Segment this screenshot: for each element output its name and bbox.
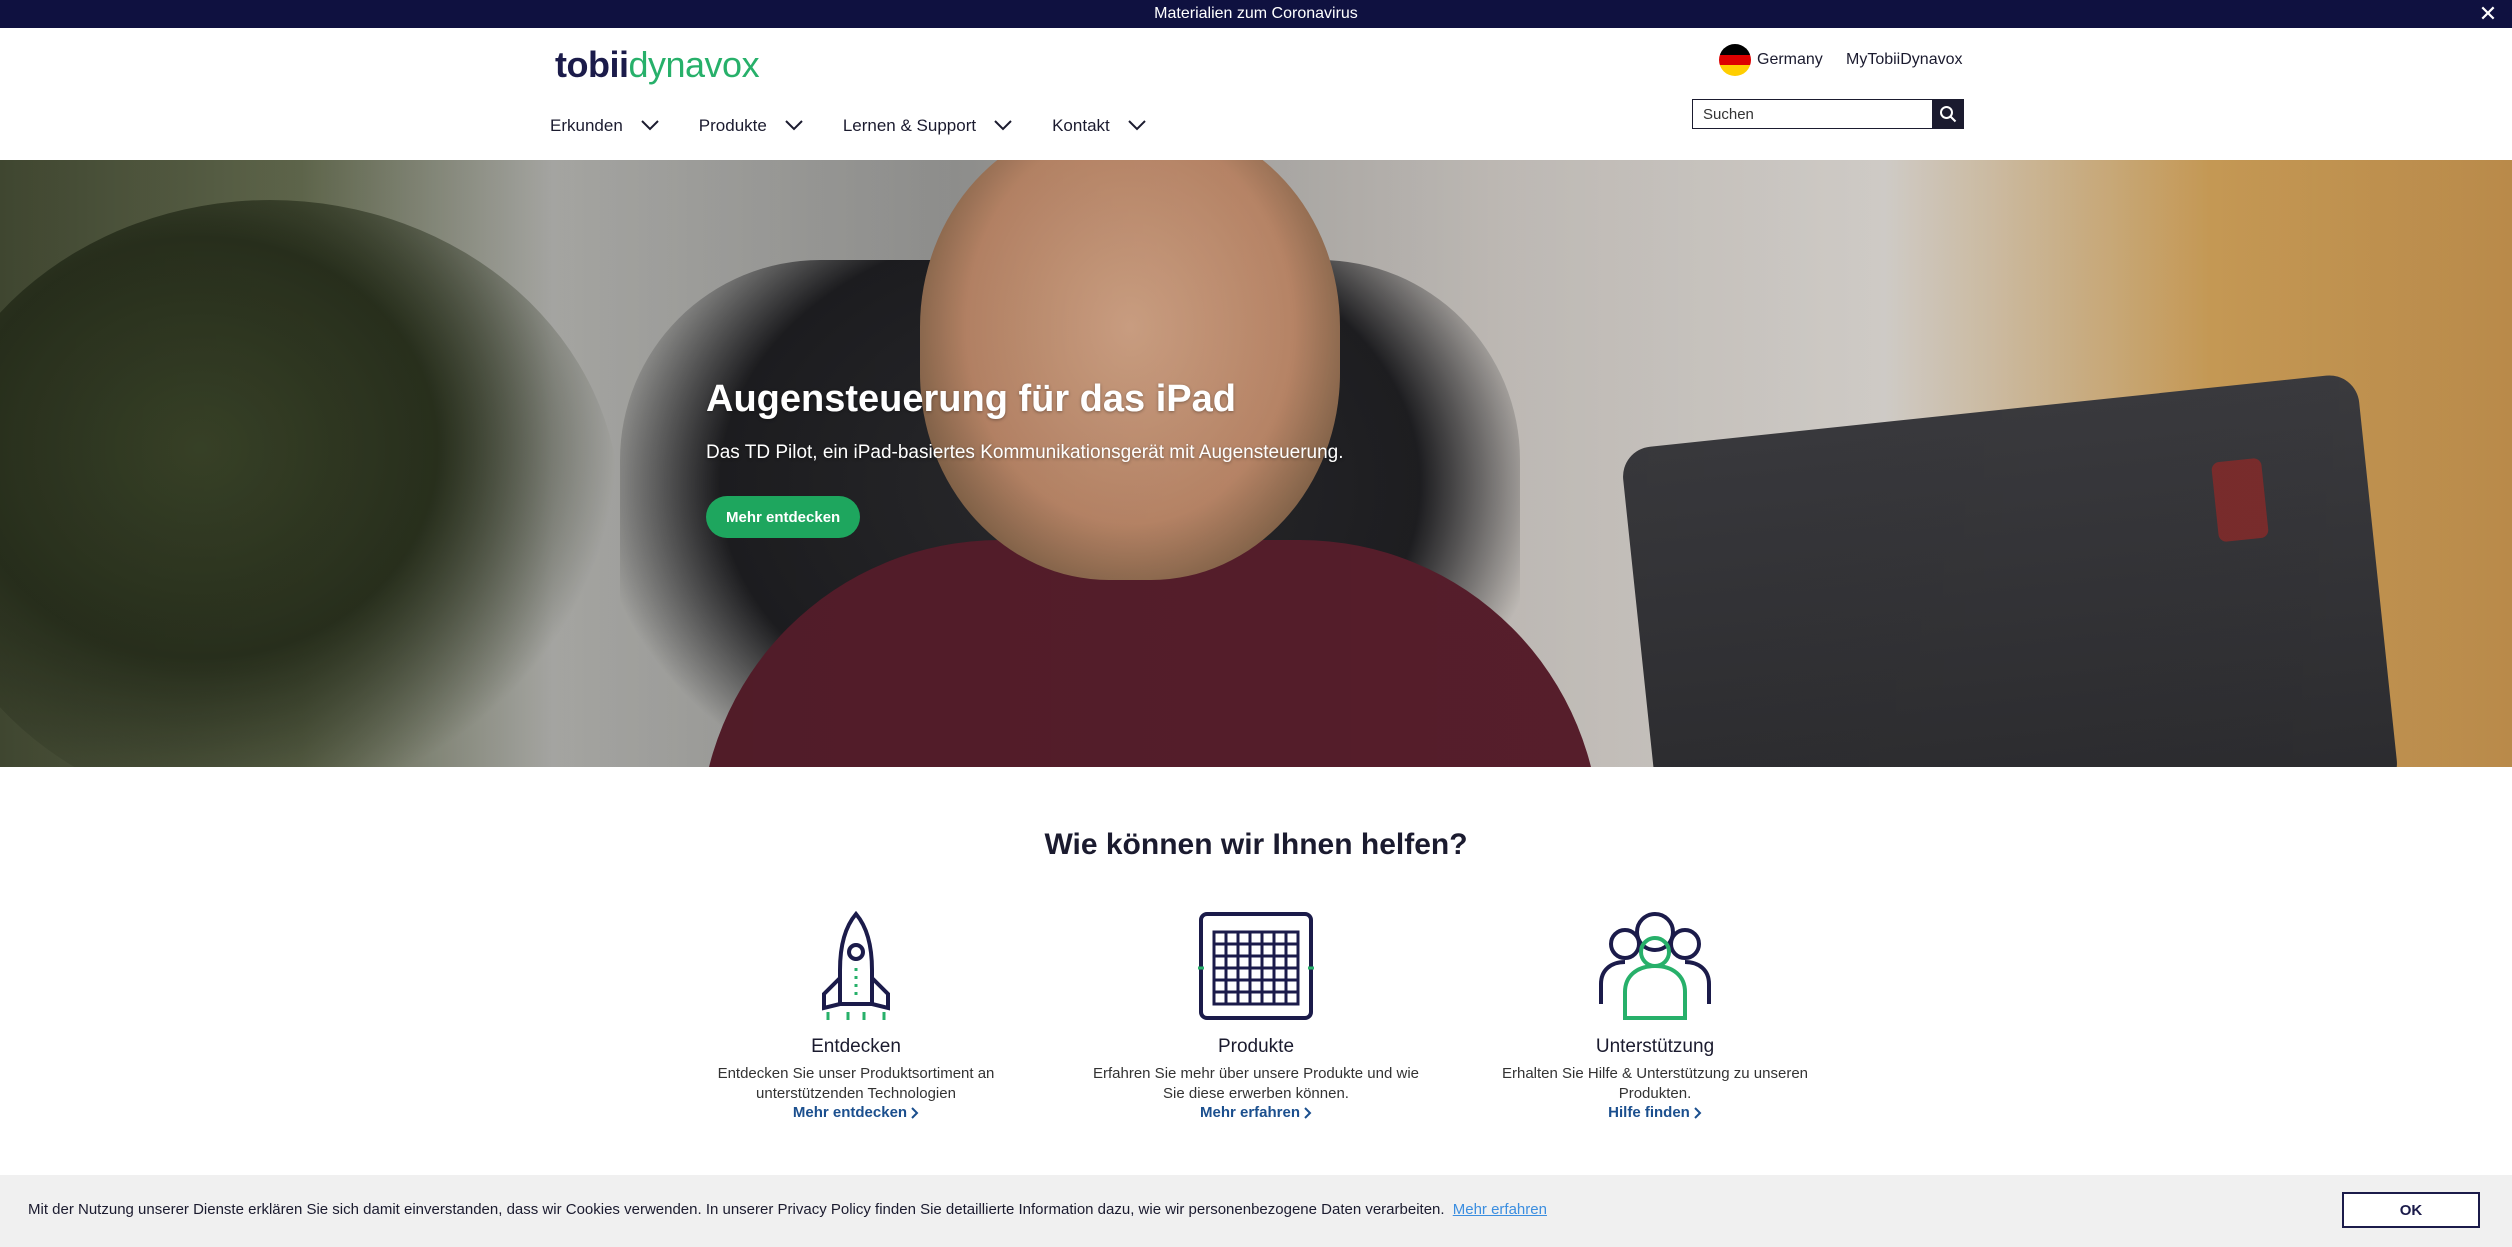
cookie-text: Mit der Nutzung unserer Dienste erklären… xyxy=(28,1201,1445,1218)
nav-label: Kontakt xyxy=(1052,116,1110,135)
logo-part-dynavox: dynavox xyxy=(628,44,760,85)
chevron-down-icon xyxy=(1128,116,1146,136)
search-button[interactable] xyxy=(1932,99,1964,129)
chevron-down-icon xyxy=(785,116,803,136)
rocket-icon xyxy=(822,910,890,1020)
country-label: Germany xyxy=(1757,51,1823,68)
card-link-mehr-erfahren[interactable]: Mehr erfahren xyxy=(1200,1104,1312,1121)
search-input[interactable] xyxy=(1693,100,1932,128)
logo[interactable]: tobiidynavox xyxy=(555,42,760,89)
people-group-icon xyxy=(1599,912,1711,1020)
nav-label: Erkunden xyxy=(550,116,623,135)
card-unterstuetzung: Unterstützung Erhalten Sie Hilfe & Unter… xyxy=(1490,908,1820,1122)
card-link-hilfe-finden[interactable]: Hilfe finden xyxy=(1608,1104,1702,1121)
chevron-right-icon xyxy=(1304,1106,1312,1119)
cookie-ok-button[interactable]: OK xyxy=(2342,1192,2480,1228)
hero-subtitle: Das TD Pilot, ein iPad-basiertes Kommuni… xyxy=(706,442,1344,463)
nav-label: Produkte xyxy=(698,116,767,135)
hero-banner: Augensteuerung für das iPad Das TD Pilot… xyxy=(0,160,2512,767)
card-link-label: Mehr erfahren xyxy=(1199,1104,1301,1121)
chevron-down-icon xyxy=(641,116,659,136)
card-title: Unterstützung xyxy=(1595,1036,1715,1057)
announcement-text[interactable]: Materialien zum Coronavirus xyxy=(1154,5,1358,23)
card-description: Erfahren Sie mehr über unsere Produkte u… xyxy=(1092,1065,1419,1102)
card-title: Produkte xyxy=(1217,1036,1295,1057)
cookie-more-link[interactable]: Mehr erfahren xyxy=(1453,1201,1547,1218)
search-icon xyxy=(1940,106,1957,123)
close-icon[interactable]: ✕ xyxy=(2474,0,2502,28)
announcement-bar[interactable]: Materialien zum Coronavirus ✕ xyxy=(0,0,2512,28)
card-link-label: Mehr entdecken xyxy=(792,1104,908,1121)
germany-flag-icon xyxy=(1719,44,1751,76)
cookie-banner: Mit der Nutzung unserer Dienste erklären… xyxy=(0,1175,2512,1247)
card-title: Entdecken xyxy=(811,1036,901,1057)
logo-part-tobii: tobii xyxy=(555,44,629,85)
nav-item-erkunden[interactable]: Erkunden xyxy=(550,116,659,136)
main-nav: Erkunden Produkte Lernen & Support Konta… xyxy=(550,116,1186,136)
grid-device-icon xyxy=(1198,912,1314,1020)
card-produkte: Produkte Erfahren Sie mehr über unsere P… xyxy=(1091,908,1421,1122)
country-selector[interactable]: Germany xyxy=(1719,44,1823,76)
card-link-label: Hilfe finden xyxy=(1608,1104,1690,1121)
cookie-message: Mit der Nutzung unserer Dienste erklären… xyxy=(28,1201,1547,1218)
chevron-down-icon xyxy=(994,116,1012,136)
chevron-right-icon xyxy=(1694,1106,1702,1119)
section-title: Wie können wir Ihnen helfen? xyxy=(1044,828,1468,861)
hero-title: Augensteuerung für das iPad xyxy=(706,378,1236,420)
hero-cta-button[interactable]: Mehr entdecken xyxy=(706,496,861,538)
nav-item-produkte[interactable]: Produkte xyxy=(699,116,803,136)
card-description: Entdecken Sie unser Produktsortiment an … xyxy=(717,1065,995,1102)
search-box xyxy=(1692,99,1964,129)
chevron-right-icon xyxy=(911,1106,919,1119)
nav-label: Lernen & Support xyxy=(842,116,977,135)
card-entdecken: Entdecken Entdecken Sie unser Produktsor… xyxy=(691,908,1021,1122)
card-description: Erhalten Sie Hilfe & Unterstützung zu un… xyxy=(1502,1065,1808,1102)
account-link[interactable]: MyTobiiDynavox xyxy=(1846,51,1962,69)
site-header: tobiidynavox Germany MyTobiiDynavox Erku… xyxy=(0,28,2512,160)
nav-item-kontakt[interactable]: Kontakt xyxy=(1052,116,1146,136)
nav-item-lernen-support[interactable]: Lernen & Support xyxy=(843,116,1012,136)
card-link-mehr-entdecken[interactable]: Mehr entdecken xyxy=(793,1104,919,1121)
